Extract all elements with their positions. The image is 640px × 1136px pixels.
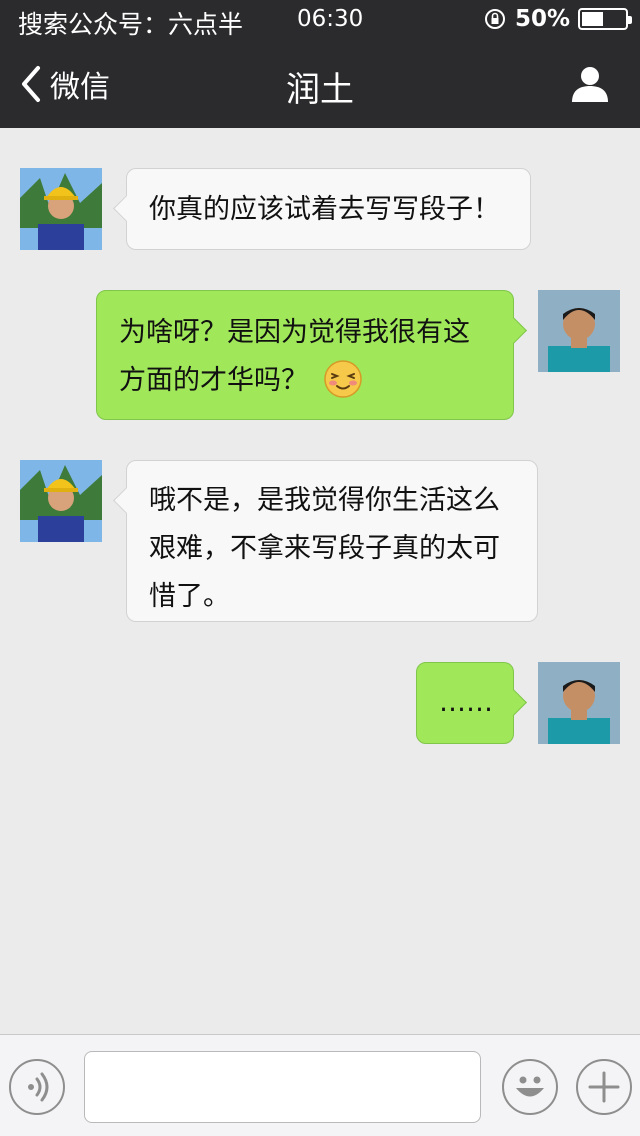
chat-title: 润土 [286, 70, 354, 110]
nav-bar: 微信 润土 [0, 40, 640, 128]
avatar-me[interactable] [538, 662, 620, 744]
status-right: 50% [483, 6, 632, 32]
plus-icon [588, 1071, 620, 1103]
avatar-me[interactable] [538, 290, 620, 372]
battery-percentage: 50% [514, 6, 570, 32]
message-bubble-incoming[interactable]: 你真的应该试着去写写段子！ [126, 168, 531, 250]
voice-button[interactable] [9, 1059, 65, 1115]
message-text: 为啥呀？是因为觉得我很有这方面的才华吗？ [119, 317, 470, 396]
message-bubble-outgoing[interactable]: 为啥呀？是因为觉得我很有这方面的才华吗？ [96, 290, 514, 420]
message-bubble-outgoing[interactable]: …… [416, 662, 514, 744]
input-bar [0, 1034, 640, 1136]
battery-fill [582, 12, 603, 26]
avatar-runtu[interactable] [20, 168, 102, 250]
rotation-lock-icon [484, 9, 505, 29]
status-bar: 搜索公众号：六点半 06:30 50% [0, 0, 640, 40]
avatar-runtu[interactable] [20, 460, 102, 542]
more-button[interactable] [576, 1059, 632, 1115]
message-text: 你真的应该试着去写写段子！ [149, 194, 500, 225]
voice-icon [28, 1072, 49, 1102]
message-input[interactable] [84, 1051, 481, 1123]
emoji-button[interactable] [502, 1059, 558, 1115]
status-carrier-text: 搜索公众号：六点半 [18, 10, 244, 39]
status-time: 06:30 [297, 6, 364, 32]
person-icon[interactable] [570, 64, 610, 104]
smiley-icon [516, 1076, 544, 1097]
message-text: …… [439, 687, 493, 718]
message-text: 哦不是，是我觉得你生活这么艰难，不拿来写段子真的太可惜了。 [149, 485, 500, 612]
blush-emoji-icon [323, 360, 362, 398]
message-bubble-incoming[interactable]: 哦不是，是我觉得你生活这么艰难，不拿来写段子真的太可惜了。 [126, 460, 538, 622]
battery-icon [578, 8, 632, 30]
